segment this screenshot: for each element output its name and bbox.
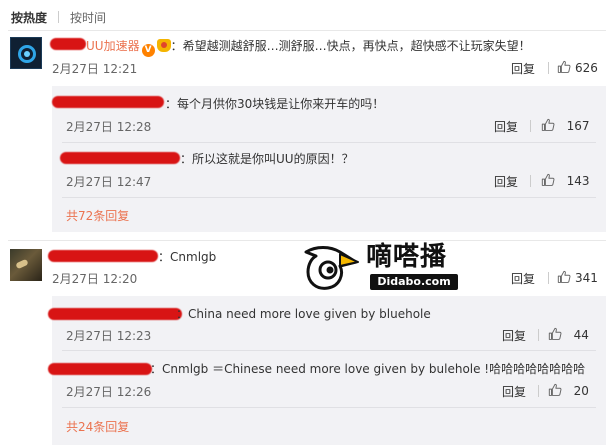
redacted-username (50, 38, 86, 50)
thumbs-up-icon (541, 173, 555, 187)
redacted-username (48, 363, 152, 375)
watermark-logo: 嘀嗒播 Didabo.com (298, 232, 468, 302)
thumbs-up-icon (557, 270, 571, 284)
reply-button[interactable]: 回复 (502, 327, 526, 344)
reply-line: ：所以这就是你叫UU的原因！？ (180, 152, 354, 166)
divider (62, 142, 596, 143)
reply-button[interactable]: 回复 (494, 118, 518, 135)
like-button[interactable]: 341 (557, 270, 598, 285)
reply-line: ：每个月供你30块钱是让你来开车的吗！ (165, 97, 385, 111)
reply-button[interactable]: 回复 (511, 60, 535, 77)
more-replies-link[interactable]: 共24条回复 (66, 418, 129, 435)
comment-time: 2月27日 12:21 (52, 62, 138, 76)
watermark-text-cn: 嘀嗒播 (366, 242, 448, 272)
like-count: 341 (575, 271, 598, 285)
sort-bar: 按热度 按时间 (0, 0, 611, 30)
divider (62, 407, 596, 408)
like-button[interactable]: 626 (557, 60, 598, 75)
avatar-image (15, 258, 29, 270)
reply-text: 所以这就是你叫UU的原因！？ (192, 152, 354, 166)
like-count: 143 (566, 174, 590, 188)
reply-time: 2月27日 12:47 (66, 175, 152, 189)
reply-button[interactable]: 回复 (494, 173, 518, 190)
sort-by-hot-tab[interactable]: 按热度 (11, 9, 47, 26)
reply-button[interactable]: 回复 (502, 383, 526, 400)
divider (62, 197, 596, 198)
reply-text: Cnmlgb ＝Chinese need more love given by … (162, 362, 586, 376)
comment-text: 希望越测越舒服…测舒服…快点，再快点，超快感不让玩家失望！ (182, 39, 531, 53)
sort-by-time-tab[interactable]: 按时间 (70, 9, 106, 26)
like-button[interactable]: 167 (541, 118, 590, 133)
thumbs-up-icon (548, 383, 562, 397)
like-count: 44 (573, 328, 589, 342)
avatar[interactable] (10, 37, 42, 69)
reply-time: 2月27日 12:26 (66, 385, 152, 399)
divider (530, 120, 531, 132)
like-count: 167 (566, 119, 590, 133)
reply-text: 每个月供你30块钱是让你来开车的吗！ (177, 97, 385, 111)
reply-line: ：Cnmlgb ＝Chinese need more love given by… (150, 362, 586, 376)
comment-line: ：Cnmlgb (158, 250, 217, 264)
watermark-text-en: Didabo.com (370, 274, 458, 290)
reply-time: 2月27日 12:23 (66, 329, 152, 343)
comment-line: UU加速器 V ：希望越测越舒服…测舒服…快点，再快点，超快感不让玩家失望！ (86, 39, 531, 57)
divider (538, 329, 539, 341)
like-button[interactable]: 143 (541, 173, 590, 188)
avatar[interactable] (10, 249, 42, 281)
username[interactable]: UU加速器 (86, 39, 140, 53)
uu-logo-icon (18, 45, 36, 63)
like-button[interactable]: 20 (548, 383, 589, 398)
thumbs-up-icon (548, 327, 562, 341)
redacted-username (48, 250, 158, 262)
more-replies-link[interactable]: 共72条回复 (66, 207, 129, 224)
sort-divider (58, 11, 59, 23)
reply-text: China need more love given by bluehole (188, 307, 431, 321)
divider (62, 350, 596, 351)
reply-button[interactable]: 回复 (511, 270, 535, 287)
like-count: 626 (575, 61, 598, 75)
comment-time: 2月27日 12:20 (52, 272, 138, 286)
divider (548, 62, 549, 74)
thumbs-up-icon (557, 60, 571, 74)
comment-text: Cnmlgb (170, 250, 217, 264)
divider (8, 30, 606, 31)
verified-v-icon: V (141, 44, 155, 57)
redacted-username (48, 308, 182, 320)
redacted-username (60, 152, 180, 164)
divider (538, 385, 539, 397)
divider (548, 272, 549, 284)
bird-mascot-icon (304, 246, 359, 290)
reply-time: 2月27日 12:28 (66, 120, 152, 134)
like-button[interactable]: 44 (548, 327, 589, 342)
thumbs-up-icon (541, 118, 555, 132)
redacted-username (52, 96, 164, 108)
divider (530, 175, 531, 187)
vip-crown-icon (156, 39, 171, 52)
reply-line: ：China need more love given by bluehole (176, 307, 431, 321)
like-count: 20 (573, 384, 589, 398)
